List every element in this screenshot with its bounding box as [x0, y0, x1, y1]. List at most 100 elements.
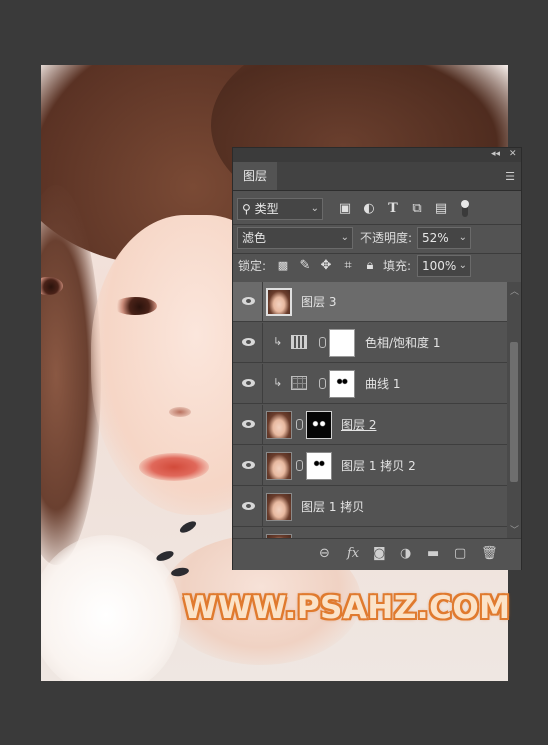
blend-mode-select[interactable]: 滤色 ⌄ [237, 227, 353, 249]
visibility-toggle[interactable] [233, 323, 263, 362]
fx-icon[interactable]: fx [347, 547, 359, 561]
chain-link-icon[interactable] [296, 460, 303, 471]
close-panel-icon[interactable]: ✕ [509, 149, 517, 159]
panel-titlebar[interactable]: ◂◂ ✕ [233, 148, 521, 162]
scrollbar-thumb[interactable] [510, 342, 518, 482]
hue-saturation-icon[interactable] [291, 335, 307, 349]
filter-row: ⚲ 类型 ⌄ ▣ ◐ T ⧉ ▤ [233, 198, 521, 222]
shape-filter-icon[interactable]: ⧉ [410, 202, 424, 216]
search-icon: ⚲ [242, 202, 251, 216]
layers-panel: ◂◂ ✕ 图层 ☰ ⚲ 类型 ⌄ ▣ ◐ T ⧉ ▤ 滤色 ⌄ 不透明度: 52… [232, 147, 522, 570]
layer-thumbnail [266, 493, 292, 521]
eye-icon[interactable] [242, 379, 255, 387]
layer-row[interactable]: 图层 1 拷贝 2 [233, 446, 507, 486]
layers-list: 图层 3 ↳ 色相/饱和度 1 ↳ 曲线 1 图层 2 图层 1 拷贝 2 图层… [233, 282, 507, 538]
photo-nail [178, 519, 198, 535]
opacity-input[interactable]: 52% ⌄ [417, 227, 471, 249]
lock-row: 锁定: ▩ ✎ ✥ ⌗ 🔒︎ 填充: 100% ⌄ [233, 255, 521, 279]
layer-row[interactable]: ↳ 曲线 1 [233, 364, 507, 404]
layers-scrollbar[interactable]: ︿ ﹀ [507, 282, 521, 538]
chevron-down-icon[interactable]: ⌄ [459, 228, 467, 248]
layer-row[interactable]: ↳ 色相/饱和度 1 [233, 323, 507, 363]
chevron-down-icon: ⌄ [310, 203, 319, 214]
layer-mask-thumbnail[interactable] [329, 370, 355, 398]
fill-value: 100% [422, 259, 457, 273]
group-folder-icon[interactable]: ▬ [427, 547, 439, 561]
add-mask-icon[interactable]: ◙ [373, 547, 386, 561]
layer-name[interactable]: 图层 1 拷贝 [301, 499, 364, 515]
adjustment-filter-icon[interactable]: ◐ [362, 202, 376, 216]
layer-row-partial[interactable] [233, 528, 507, 538]
chain-link-icon[interactable] [296, 419, 303, 430]
fill-input[interactable]: 100% ⌄ [417, 255, 471, 277]
layer-mask-thumbnail[interactable] [306, 411, 332, 439]
layer-thumbnail [266, 411, 292, 439]
eye-icon[interactable] [242, 338, 255, 346]
layer-name[interactable]: 图层 3 [301, 294, 336, 310]
filter-type-select[interactable]: ⚲ 类型 ⌄ [237, 198, 323, 220]
lock-artboard-icon[interactable]: ⌗ [341, 259, 355, 273]
visibility-toggle[interactable] [233, 528, 263, 538]
trash-icon[interactable]: 🗑︎ [481, 547, 498, 561]
eye-icon[interactable] [242, 297, 255, 305]
scroll-down-icon[interactable]: ﹀ [510, 523, 519, 536]
layer-mask-thumbnail[interactable] [306, 452, 332, 480]
visibility-toggle[interactable] [233, 405, 263, 444]
visibility-toggle[interactable] [233, 282, 263, 321]
layer-name[interactable]: 曲线 1 [365, 376, 400, 392]
link-icon[interactable]: ⊖ [319, 547, 330, 561]
hamburger-menu-icon[interactable]: ☰ [505, 170, 515, 183]
curves-icon[interactable] [291, 376, 307, 390]
opacity-label: 不透明度: [360, 231, 413, 245]
photo-nose [169, 407, 191, 417]
layer-mask-thumbnail[interactable] [329, 329, 355, 357]
layer-row[interactable]: 图层 1 拷贝 [233, 487, 507, 527]
panel-bottom-toolbar: ⊖ fx ◙ ◑ ▬ ▢ 🗑︎ [233, 538, 521, 570]
type-filter-icon[interactable]: T [386, 202, 400, 216]
toggle-filter-icon[interactable] [458, 198, 472, 220]
layer-name[interactable]: 色相/饱和度 1 [365, 335, 441, 351]
opacity-value: 52% [422, 231, 449, 245]
smart-object-filter-icon[interactable]: ▤ [434, 202, 448, 216]
photo-eye [113, 297, 157, 315]
lock-move-icon[interactable]: ✥ [319, 259, 333, 273]
scroll-up-icon[interactable]: ︿ [510, 284, 519, 297]
chevron-down-icon: ⌄ [340, 232, 349, 243]
panel-tab-row: 图层 ☰ [233, 162, 521, 191]
adjustment-layer-icon[interactable]: ◑ [400, 547, 411, 561]
clipping-arrow-icon: ↳ [273, 335, 283, 348]
fill-label: 填充: [383, 259, 412, 273]
eye-icon[interactable] [242, 502, 255, 510]
filter-type-value: 类型 [254, 202, 279, 216]
eye-icon[interactable] [242, 461, 255, 469]
new-layer-icon[interactable]: ▢ [454, 547, 466, 561]
collapse-panel-icon[interactable]: ◂◂ [491, 149, 500, 159]
chevron-down-icon[interactable]: ⌄ [459, 256, 467, 276]
lock-label: 锁定: [238, 259, 267, 273]
clipping-arrow-icon: ↳ [273, 376, 283, 389]
layer-row[interactable]: 图层 2 [233, 405, 507, 445]
chain-link-icon[interactable] [319, 337, 326, 348]
visibility-toggle[interactable] [233, 446, 263, 485]
layer-thumbnail [266, 288, 292, 316]
chain-link-icon[interactable] [319, 378, 326, 389]
lock-paint-icon[interactable]: ✎ [298, 259, 312, 273]
layer-name[interactable]: 图层 2 [341, 417, 376, 433]
image-filter-icon[interactable]: ▣ [338, 202, 352, 216]
blend-mode-value: 滤色 [242, 231, 267, 245]
watermark-text: WWW.PSAHZ.COM [183, 590, 511, 626]
visibility-toggle[interactable] [233, 487, 263, 526]
lock-all-icon[interactable]: 🔒︎ [363, 259, 377, 273]
eye-icon[interactable] [242, 420, 255, 428]
photo-lips [139, 453, 209, 481]
visibility-toggle[interactable] [233, 364, 263, 403]
blend-row: 滤色 ⌄ 不透明度: 52% ⌄ [233, 227, 521, 251]
layer-name[interactable]: 图层 1 拷贝 2 [341, 458, 416, 474]
photo-nail [155, 549, 175, 563]
layer-thumbnail [266, 452, 292, 480]
layer-row[interactable]: 图层 3 [233, 282, 507, 322]
separator [233, 224, 521, 225]
separator [233, 253, 521, 254]
lock-transparent-icon[interactable]: ▩ [276, 259, 290, 273]
tab-layers[interactable]: 图层 [233, 162, 277, 190]
